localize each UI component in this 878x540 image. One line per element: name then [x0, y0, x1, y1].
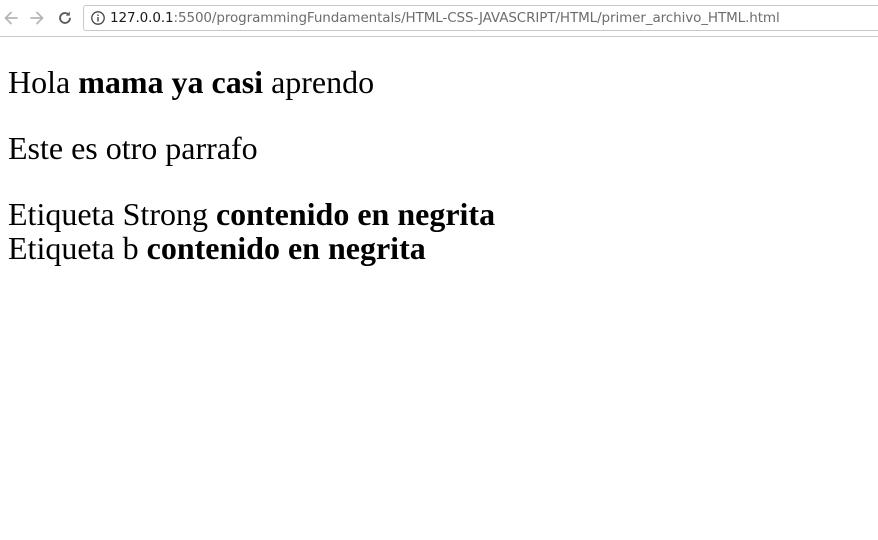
paragraph-other: Este es otro parrafo [8, 131, 258, 165]
reload-button[interactable] [54, 7, 76, 29]
paragraph-bold-tags: Etiqueta Strong contenido en negrita Etiq… [8, 197, 495, 265]
strong-content: contenido en negrita [215, 196, 496, 232]
greeting-after-text: aprendo [271, 64, 375, 100]
url-text[interactable]: 127.0.0.1:5500/programmingFundamentals/H… [110, 10, 780, 26]
b-label: Etiqueta b [8, 230, 139, 266]
b-content: contenido en negrita [146, 230, 426, 266]
browser-toolbar: 127.0.0.1:5500/programmingFundamentals/H… [0, 0, 878, 37]
address-bar[interactable]: 127.0.0.1:5500/programmingFundamentals/H… [83, 5, 878, 31]
url-host: 127.0.0.1 [110, 10, 174, 26]
paragraph-greeting: Hola mama ya casi aprendo [8, 65, 374, 99]
forward-button[interactable] [26, 7, 48, 29]
strong-label: Etiqueta Strong [8, 196, 208, 232]
back-button[interactable] [0, 7, 22, 29]
other-paragraph-text: Este es otro parrafo [8, 130, 258, 166]
info-circle-icon[interactable] [87, 6, 109, 30]
reload-icon [59, 11, 71, 24]
greeting-text: Hola [8, 64, 71, 100]
greeting-bold-text: mama ya casi [78, 64, 264, 100]
url-path: :5500/programmingFundamentals/HTML-CSS-J… [173, 10, 780, 26]
arrow-left-icon [4, 11, 18, 25]
arrow-right-icon [30, 11, 44, 25]
